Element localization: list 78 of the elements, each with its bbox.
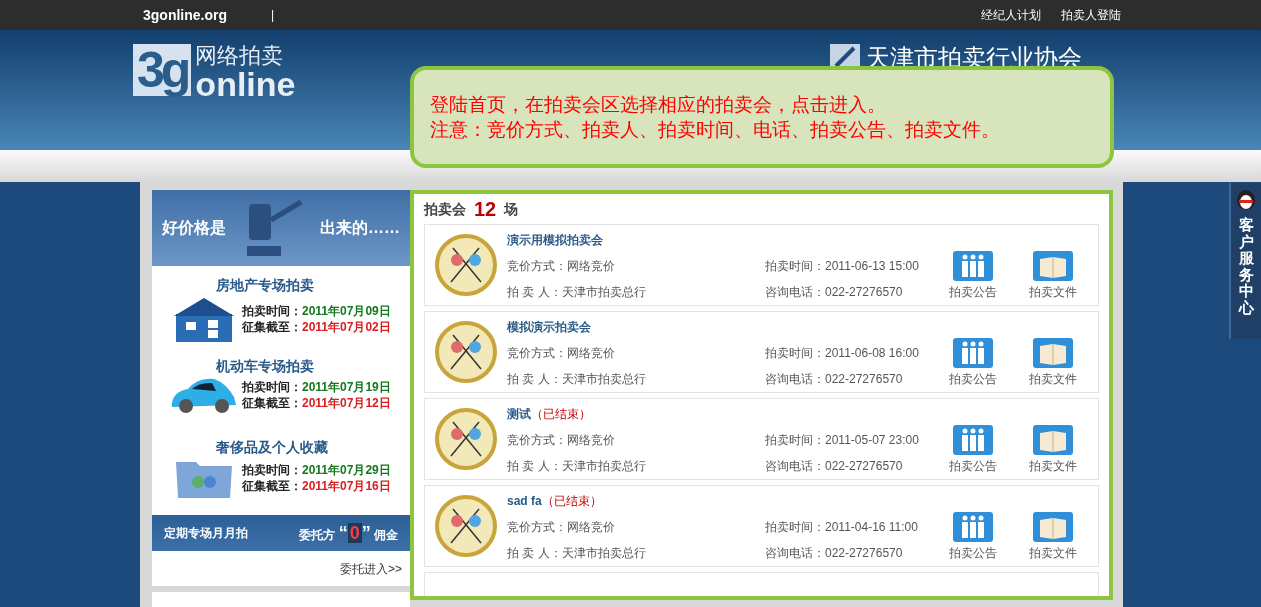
auctioneer: 拍 卖 人：天津市拍卖总行 <box>507 371 647 388</box>
bidding-method: 竞价方式：网络竞价 <box>507 345 616 362</box>
auction-row[interactable]: sad fa（已结束） 竞价方式：网络竞价 拍卖时间：2011-04-16 11:00 拍 卖 人：天津市拍卖总行 咨询电话：022-27276570 拍卖公告 拍卖文件 <box>424 485 1099 567</box>
category-title[interactable]: 机动车专场拍卖 <box>216 356 410 375</box>
auction-row[interactable]: 测试（已结束） 竞价方式：网络竞价 拍卖时间：2011-05-07 23:00 拍 卖 人：天津市拍卖总行 咨询电话：022-27276570 拍卖公告 拍卖文件 <box>424 398 1099 480</box>
notice-button[interactable]: 拍卖公告 <box>946 251 1000 301</box>
auction-date: 拍卖时间：2011年07月29日 <box>242 461 391 478</box>
entrust-link[interactable]: 委托进入>> <box>340 559 402 578</box>
auction-seal-icon <box>435 408 497 470</box>
people-icon <box>953 251 993 281</box>
bidding-method: 竞价方式：网络竞价 <box>507 519 616 536</box>
category-title[interactable]: 房地产专场拍卖 <box>216 275 410 294</box>
documents-button[interactable]: 拍卖文件 <box>1026 251 1080 301</box>
notice-button[interactable]: 拍卖公告 <box>946 512 1000 562</box>
promo-slogan: 定期专场月月拍 <box>164 525 248 543</box>
phone-number: 咨询电话：022-27276570 <box>765 545 903 562</box>
auction-title[interactable]: sad fa <box>507 492 542 510</box>
auctioneer: 拍 卖 人：天津市拍卖总行 <box>507 545 647 562</box>
auction-seal-icon <box>435 495 497 557</box>
notice-button[interactable]: 拍卖公告 <box>946 338 1000 388</box>
documents-button[interactable]: 拍卖文件 <box>1026 512 1080 562</box>
banner-text: 好价格是 <box>162 217 226 238</box>
category-item[interactable]: 房地产专场拍卖 拍卖时间：2011年07月09日 征集截至：2011年07月02日 <box>152 275 410 351</box>
documents-button[interactable]: 拍卖文件 <box>1026 338 1080 388</box>
book-icon <box>1033 512 1073 542</box>
auction-title[interactable]: 测试 <box>507 405 531 423</box>
top-link[interactable]: 拍卖人登陆 <box>1061 6 1121 24</box>
auction-title[interactable]: 演示用模拟拍卖会 <box>507 231 603 249</box>
book-icon <box>1033 251 1073 281</box>
auction-time: 拍卖时间：2011-06-08 16:00 <box>765 345 919 362</box>
ended-status: （已结束） <box>531 406 591 423</box>
category-item[interactable]: 奢侈品及个人收藏 拍卖时间：2011年07月29日 征集截至：2011年07月16日 <box>152 437 410 513</box>
documents-button[interactable]: 拍卖文件 <box>1026 425 1080 475</box>
commission-text: 委托方 “0” 佣金 <box>299 521 398 545</box>
auction-title[interactable]: 模拟演示拍卖会 <box>507 318 591 336</box>
people-icon <box>953 512 993 542</box>
service-label[interactable]: 客户服务中心 <box>1238 217 1254 316</box>
people-icon <box>953 425 993 455</box>
category-title[interactable]: 奢侈品及个人收藏 <box>216 437 410 456</box>
book-icon <box>1033 338 1073 368</box>
auction-row[interactable]: 演示用模拟拍卖会 竞价方式：网络竞价 拍卖时间：2011-06-13 15:00 拍 卖 人：天津市拍卖总行 咨询电话：022-27276570 拍卖公告 拍卖文件 <box>424 224 1099 306</box>
auction-time: 拍卖时间：2011-04-16 11:00 <box>765 519 918 536</box>
notice-button[interactable]: 拍卖公告 <box>946 425 1000 475</box>
bidding-method: 竞价方式：网络竞价 <box>507 432 616 449</box>
separator: | <box>271 7 275 24</box>
count-unit: 场 <box>504 199 519 219</box>
logo-online: online <box>195 68 296 100</box>
people-icon <box>953 338 993 368</box>
auction-time: 拍卖时间：2011-06-13 15:00 <box>765 258 919 275</box>
auction-count: 12 <box>474 197 497 222</box>
banner-text: 出来的…… <box>320 217 400 238</box>
penguin-icon <box>1235 187 1257 211</box>
ended-status: （已结束） <box>541 493 602 510</box>
site-name[interactable]: 3gonline.org <box>143 4 227 26</box>
book-icon <box>1033 425 1073 455</box>
auction-seal-icon <box>435 234 497 296</box>
auction-date: 拍卖时间：2011年07月19日 <box>242 378 391 395</box>
logo-text: 网络拍卖 <box>195 44 285 68</box>
auctioneer: 拍 卖 人：天津市拍卖总行 <box>507 284 647 301</box>
top-link[interactable]: 经纪人计划 <box>981 6 1041 24</box>
bidding-method: 竞价方式：网络竞价 <box>507 258 616 275</box>
auction-row[interactable]: 模拟演示拍卖会 竞价方式：网络竞价 拍卖时间：2011-06-08 16:00 拍 卖 人：天津市拍卖总行 咨询电话：022-27276570 拍卖公告 拍卖文件 <box>424 311 1099 393</box>
list-heading: 拍卖会 <box>424 199 466 219</box>
auctioneer: 拍 卖 人：天津市拍卖总行 <box>507 458 647 475</box>
phone-number: 咨询电话：022-27276570 <box>765 371 903 388</box>
callout-text: 登陆首页，在拍卖会区选择相应的拍卖会，点击进入。 <box>430 93 887 117</box>
category-item[interactable]: 机动车专场拍卖 拍卖时间：2011年07月19日 征集截至：2011年07月12日 <box>152 356 410 432</box>
auction-seal-icon <box>435 321 497 383</box>
deadline-date: 征集截至：2011年07月16日 <box>242 477 391 494</box>
deadline-date: 征集截至：2011年07月02日 <box>242 318 391 335</box>
deadline-date: 征集截至：2011年07月12日 <box>242 394 391 411</box>
phone-number: 咨询电话：022-27276570 <box>765 458 903 475</box>
service-widget[interactable]: 客户服务中心 <box>1229 183 1261 339</box>
phone-number: 咨询电话：022-27276570 <box>765 284 903 301</box>
callout-text: 注意：竞价方式、拍卖人、拍卖时间、电话、拍卖公告、拍卖文件。 <box>430 118 1001 142</box>
logo-3g: 3g <box>133 44 192 96</box>
auction-time: 拍卖时间：2011-05-07 23:00 <box>765 432 919 449</box>
auction-date: 拍卖时间：2011年07月09日 <box>242 302 391 319</box>
